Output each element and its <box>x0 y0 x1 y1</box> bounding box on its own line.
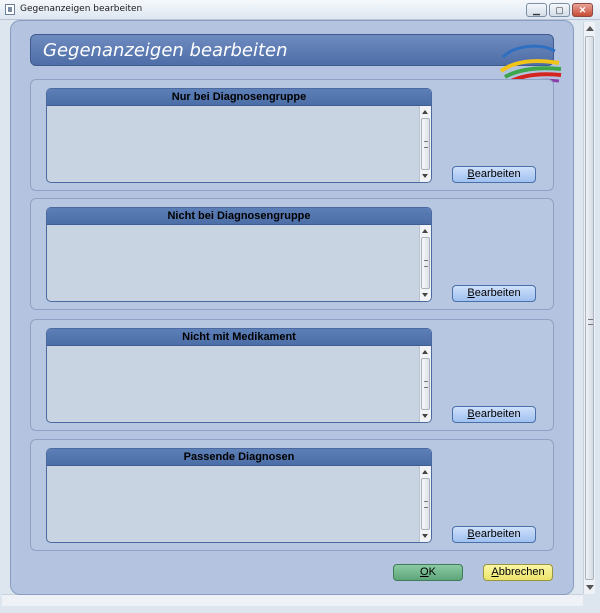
close-button[interactable]: ✕ <box>572 3 593 17</box>
app-icon <box>5 4 15 15</box>
scroll-up-arrow-icon[interactable] <box>422 470 428 474</box>
listbox-header: Nicht bei Diagnosengruppe <box>47 208 431 225</box>
listbox-header: Passende Diagnosen <box>47 449 431 466</box>
mnemonic-letter: B <box>467 528 475 540</box>
scrollbar-thumb[interactable] <box>421 358 430 410</box>
mnemonic-letter: A <box>491 566 499 578</box>
edit-button-not-with-medication[interactable]: Bearbeiten <box>452 406 536 423</box>
scroll-up-arrow-icon[interactable] <box>422 229 428 233</box>
window-title: Gegenanzeigen bearbeiten <box>20 4 143 14</box>
list-body[interactable] <box>47 106 419 182</box>
maximize-button[interactable]: ▢ <box>549 3 570 17</box>
mnemonic-letter: B <box>467 287 475 299</box>
button-label: earbeiten <box>474 408 521 420</box>
button-label: earbeiten <box>474 287 521 299</box>
scrollbar-thumb[interactable] <box>421 237 430 289</box>
section-not-with-medication: Nicht mit Medikament Bearbeiten <box>30 319 554 431</box>
edit-button-only-with-diagnosis-group[interactable]: Bearbeiten <box>452 166 536 183</box>
list-body[interactable] <box>47 466 419 542</box>
scrollbar-thumb[interactable] <box>585 36 594 580</box>
mnemonic-letter: B <box>467 168 475 180</box>
scrollbar-thumb[interactable] <box>421 118 430 170</box>
ok-button[interactable]: OK <box>393 564 463 581</box>
window-horizontal-scrollbar[interactable] <box>2 594 583 606</box>
scroll-down-arrow-icon[interactable] <box>422 414 428 418</box>
contraindications-dialog: Gegenanzeigen bearbeiten Nur bei Diagnos… <box>10 20 574 595</box>
listbox-header: Nur bei Diagnosengruppe <box>47 89 431 106</box>
scroll-up-arrow-icon[interactable] <box>586 26 594 31</box>
minimize-button[interactable]: ▁ <box>526 3 547 17</box>
button-label: K <box>428 566 436 578</box>
button-label: earbeiten <box>474 528 521 540</box>
list-body[interactable] <box>47 346 419 422</box>
scroll-down-arrow-icon[interactable] <box>422 293 428 297</box>
section-matching-diagnoses: Passende Diagnosen Bearbeiten <box>30 439 554 551</box>
button-label: earbeiten <box>474 168 521 180</box>
scroll-up-arrow-icon[interactable] <box>422 350 428 354</box>
listbox-not-with-medication[interactable]: Nicht mit Medikament <box>46 328 432 423</box>
list-scrollbar[interactable] <box>419 225 431 301</box>
button-label: bbrechen <box>498 566 545 578</box>
section-not-with-diagnosis-group: Nicht bei Diagnosengruppe Bearbeiten <box>30 198 554 310</box>
scroll-up-arrow-icon[interactable] <box>422 110 428 114</box>
listbox-matching-diagnoses[interactable]: Passende Diagnosen <box>46 448 432 543</box>
listbox-only-with-diagnosis-group[interactable]: Nur bei Diagnosengruppe <box>46 88 432 183</box>
window-titlebar[interactable]: Gegenanzeigen bearbeiten ▁ ▢ ✕ <box>0 0 600 20</box>
scroll-down-arrow-icon[interactable] <box>422 534 428 538</box>
dialog-header: Gegenanzeigen bearbeiten <box>30 34 562 88</box>
mnemonic-letter: O <box>420 566 429 578</box>
scrollbar-thumb[interactable] <box>421 478 430 530</box>
dialog-title: Gegenanzeigen bearbeiten <box>43 40 288 61</box>
list-scrollbar[interactable] <box>419 106 431 182</box>
edit-button-matching-diagnoses[interactable]: Bearbeiten <box>452 526 536 543</box>
cancel-button[interactable]: Abbrechen <box>483 564 553 581</box>
edit-button-not-with-diagnosis-group[interactable]: Bearbeiten <box>452 285 536 302</box>
list-scrollbar[interactable] <box>419 466 431 542</box>
scroll-down-arrow-icon[interactable] <box>422 174 428 178</box>
grip-icon <box>588 319 593 325</box>
listbox-not-with-diagnosis-group[interactable]: Nicht bei Diagnosengruppe <box>46 207 432 302</box>
list-scrollbar[interactable] <box>419 346 431 422</box>
section-only-with-diagnosis-group: Nur bei Diagnosengruppe Bearbeiten <box>30 79 554 191</box>
listbox-header: Nicht mit Medikament <box>47 329 431 346</box>
window-vertical-scrollbar[interactable] <box>583 22 595 594</box>
list-body[interactable] <box>47 225 419 301</box>
scroll-down-arrow-icon[interactable] <box>586 585 594 590</box>
mnemonic-letter: B <box>467 408 475 420</box>
